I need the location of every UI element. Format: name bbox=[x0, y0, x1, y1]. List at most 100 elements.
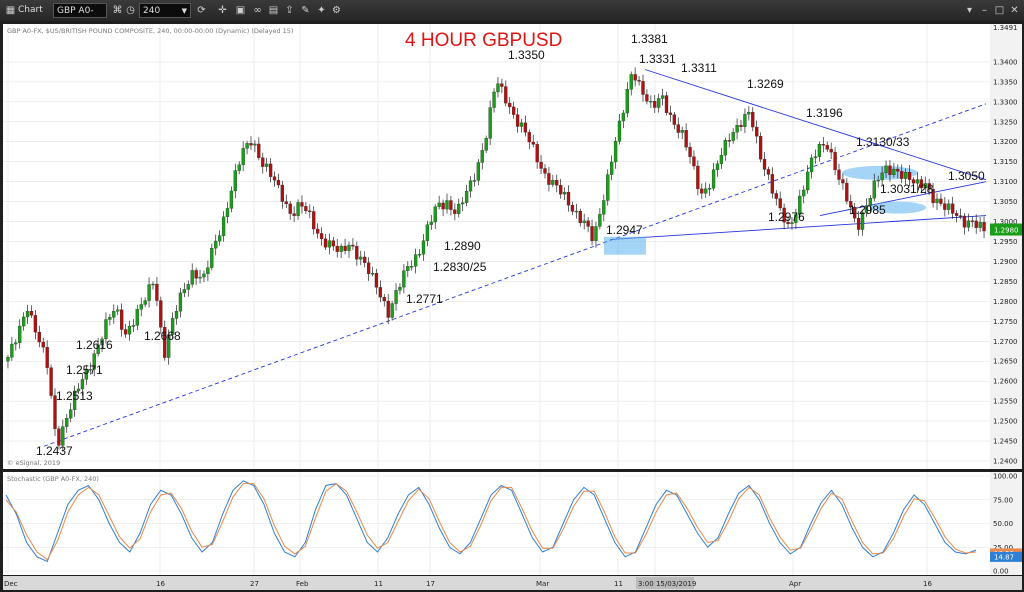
candle-body bbox=[347, 244, 351, 251]
candle-body bbox=[610, 161, 614, 175]
lock-icon[interactable]: ▣ bbox=[233, 3, 248, 18]
candle-body bbox=[300, 202, 304, 207]
candle-body bbox=[437, 202, 441, 207]
candle-body bbox=[617, 120, 622, 142]
candle-body bbox=[127, 325, 132, 335]
template-icon[interactable]: ▤ bbox=[266, 3, 281, 18]
maximize-icon[interactable]: □ bbox=[992, 3, 1007, 18]
candle-body bbox=[641, 81, 645, 95]
refresh-icon[interactable]: ⟳ bbox=[194, 3, 209, 18]
candle-body bbox=[696, 165, 700, 190]
candle-body bbox=[904, 172, 908, 179]
candle-body bbox=[896, 168, 900, 172]
candle-body bbox=[18, 325, 22, 343]
stoch-label: Stochastic (GBP A0-FX, 240) bbox=[7, 475, 99, 483]
price-annotation: 1.2668 bbox=[144, 329, 181, 343]
candle-body bbox=[590, 226, 594, 241]
app-label: Chart bbox=[18, 5, 43, 15]
price-tick-label: 1.2950 bbox=[993, 238, 1018, 246]
symbol-input[interactable]: GBP A0-FX bbox=[53, 3, 107, 31]
price-tick-label: 1.3200 bbox=[993, 138, 1018, 146]
candle-body bbox=[758, 136, 763, 160]
candle-body bbox=[214, 240, 218, 249]
price-tick-label: 1.2900 bbox=[993, 258, 1018, 266]
top-price-label: 1.3491 bbox=[993, 24, 1018, 32]
link-chain-icon[interactable]: ∞ bbox=[250, 3, 265, 18]
candle-body bbox=[856, 218, 861, 230]
candle-body bbox=[323, 238, 328, 248]
candle-body bbox=[174, 310, 179, 319]
candle-body bbox=[688, 146, 692, 157]
candle-body bbox=[123, 329, 128, 335]
candle-body bbox=[645, 94, 649, 102]
candle-body bbox=[304, 206, 308, 212]
candle-body bbox=[65, 417, 69, 427]
price-annotation: 1.2985 bbox=[849, 203, 886, 217]
candle-body bbox=[755, 126, 759, 137]
candle-body bbox=[978, 222, 982, 228]
candle-body bbox=[37, 332, 41, 343]
candle-body bbox=[700, 188, 704, 194]
candle-body bbox=[892, 168, 896, 175]
candle-body bbox=[825, 145, 829, 150]
time-tick-label: Dec bbox=[4, 580, 18, 588]
candle-body bbox=[813, 156, 818, 159]
candle-body bbox=[743, 114, 747, 127]
candle-body bbox=[441, 202, 445, 210]
candle-body bbox=[562, 191, 567, 195]
price-annotation: 1.2890 bbox=[444, 239, 481, 253]
price-annotation: 1.2616 bbox=[76, 338, 113, 352]
interval-select[interactable]: 240 ▼ bbox=[139, 3, 191, 18]
more-icon[interactable]: ▾ bbox=[962, 3, 977, 18]
share-icon[interactable]: ⇪ bbox=[282, 3, 297, 18]
price-annotation: 1.2571 bbox=[66, 363, 103, 377]
candle-body bbox=[49, 367, 53, 396]
candle-body bbox=[606, 174, 610, 201]
candle-body bbox=[61, 426, 65, 446]
candle-body bbox=[116, 309, 120, 312]
candle-body bbox=[45, 346, 49, 368]
candle-body bbox=[261, 157, 265, 167]
candle-body bbox=[547, 173, 551, 185]
candle-body bbox=[406, 266, 410, 271]
tag-icon[interactable]: ✎ bbox=[298, 3, 313, 18]
candle-body bbox=[29, 310, 34, 316]
stoch-tick-label: 0.00 bbox=[993, 568, 1009, 576]
candle-body bbox=[676, 124, 680, 133]
crosshair-icon[interactable]: ✛ bbox=[215, 3, 230, 18]
candle-body bbox=[268, 163, 273, 177]
last-price-label: 1.2980 bbox=[994, 227, 1019, 235]
candle-body bbox=[872, 180, 876, 199]
candle-body bbox=[468, 180, 473, 192]
candle-body bbox=[319, 233, 324, 240]
candle-body bbox=[472, 180, 477, 182]
candle-body bbox=[414, 254, 418, 267]
candle-body bbox=[962, 215, 967, 228]
candle-body bbox=[457, 203, 461, 214]
interval-value: 240 bbox=[143, 6, 161, 16]
candle-body bbox=[664, 95, 669, 113]
minimize-icon[interactable]: – bbox=[977, 3, 992, 18]
candle-body bbox=[954, 213, 959, 216]
candle-body bbox=[296, 202, 300, 216]
candle-body bbox=[806, 171, 810, 191]
candle-body bbox=[186, 284, 190, 290]
candle-body bbox=[241, 148, 245, 165]
price-tick-label: 1.2550 bbox=[993, 398, 1018, 406]
candle-body bbox=[527, 132, 531, 143]
candle-body bbox=[668, 112, 673, 115]
candle-body bbox=[359, 256, 363, 260]
candle-body bbox=[112, 311, 116, 318]
chevron-down-icon: ▼ bbox=[181, 7, 187, 15]
candle-body bbox=[496, 83, 500, 93]
settings-icon[interactable]: ⚙ bbox=[329, 3, 344, 18]
price-annotation: 1.3050 bbox=[948, 169, 985, 183]
candle-body bbox=[178, 292, 183, 312]
candle-body bbox=[155, 283, 159, 301]
price-tick-label: 1.2650 bbox=[993, 358, 1018, 366]
clock-icon[interactable]: ◷ bbox=[123, 3, 138, 18]
candle-body bbox=[508, 102, 512, 108]
twitter-icon[interactable]: ✦ bbox=[314, 3, 329, 18]
price-annotation: 1.2437 bbox=[36, 444, 73, 458]
close-icon[interactable]: ✕ bbox=[1007, 3, 1022, 18]
